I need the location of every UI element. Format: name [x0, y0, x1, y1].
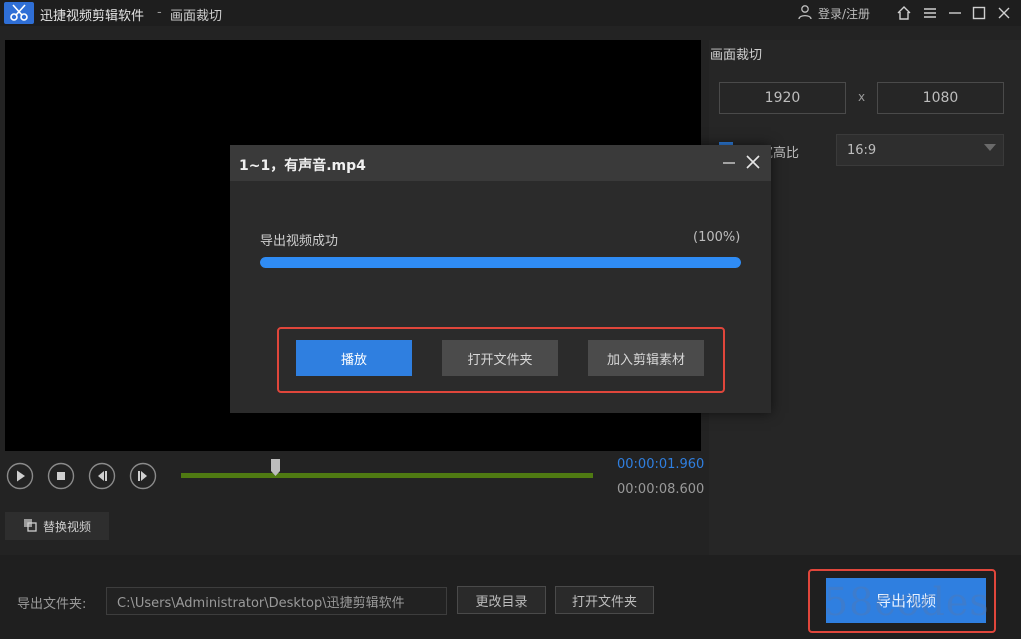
dialog-minimize-icon[interactable]	[721, 152, 737, 172]
timeline-handle[interactable]	[271, 459, 281, 479]
chevron-down-icon[interactable]	[984, 144, 996, 151]
user-icon[interactable]	[797, 4, 813, 20]
width-input[interactable]: 1920	[719, 82, 846, 114]
open-folder-button[interactable]: 打开文件夹	[555, 586, 654, 614]
minimize-icon[interactable]	[945, 3, 965, 23]
replace-video-label: 替换视频	[42, 519, 91, 534]
add-to-material-button[interactable]: 加入剪辑素材	[588, 340, 704, 376]
export-progress-bar	[260, 257, 741, 268]
login-link[interactable]: 登录/注册	[818, 5, 870, 22]
replace-icon	[23, 518, 37, 535]
crop-panel-title: 画面裁切	[710, 48, 763, 63]
app-title: 迅捷视频剪辑软件	[40, 9, 145, 24]
scissors-icon	[4, 2, 34, 24]
next-frame-icon[interactable]	[129, 462, 157, 490]
stop-icon[interactable]	[47, 462, 75, 490]
title-separator: -	[157, 5, 162, 20]
dialog-title: 1~1，有声音.mp4	[239, 158, 366, 174]
export-status: 导出视频成功	[260, 234, 339, 249]
output-folder-label: 导出文件夹:	[17, 597, 87, 612]
current-time: 00:00:01.960	[617, 457, 705, 472]
home-icon[interactable]	[894, 3, 914, 23]
timeline-track[interactable]	[181, 473, 593, 478]
export-progress-fill	[260, 257, 741, 268]
output-folder-path[interactable]: C:\Users\Administrator\Desktop\迅捷剪辑软件	[106, 587, 447, 615]
total-time: 00:00:08.600	[617, 482, 705, 497]
replace-video-button[interactable]: 替换视频	[5, 512, 109, 540]
page-title: 画面裁切	[170, 9, 223, 24]
change-directory-button[interactable]: 更改目录	[457, 586, 546, 614]
dialog-close-icon[interactable]	[743, 152, 763, 172]
dialog-open-folder-button[interactable]: 打开文件夹	[442, 340, 558, 376]
previous-frame-icon[interactable]	[88, 462, 116, 490]
play-button[interactable]: 播放	[296, 340, 412, 376]
export-video-button[interactable]: 导出视频	[826, 578, 986, 623]
maximize-icon[interactable]	[969, 3, 989, 23]
ratio-select[interactable]: 16:9	[836, 134, 1004, 166]
export-percent: (100%)	[693, 230, 741, 245]
menu-icon[interactable]	[920, 3, 940, 23]
dimension-separator: x	[858, 90, 866, 104]
close-icon[interactable]	[994, 3, 1014, 23]
height-input[interactable]: 1080	[877, 82, 1004, 114]
play-icon[interactable]	[6, 462, 34, 490]
